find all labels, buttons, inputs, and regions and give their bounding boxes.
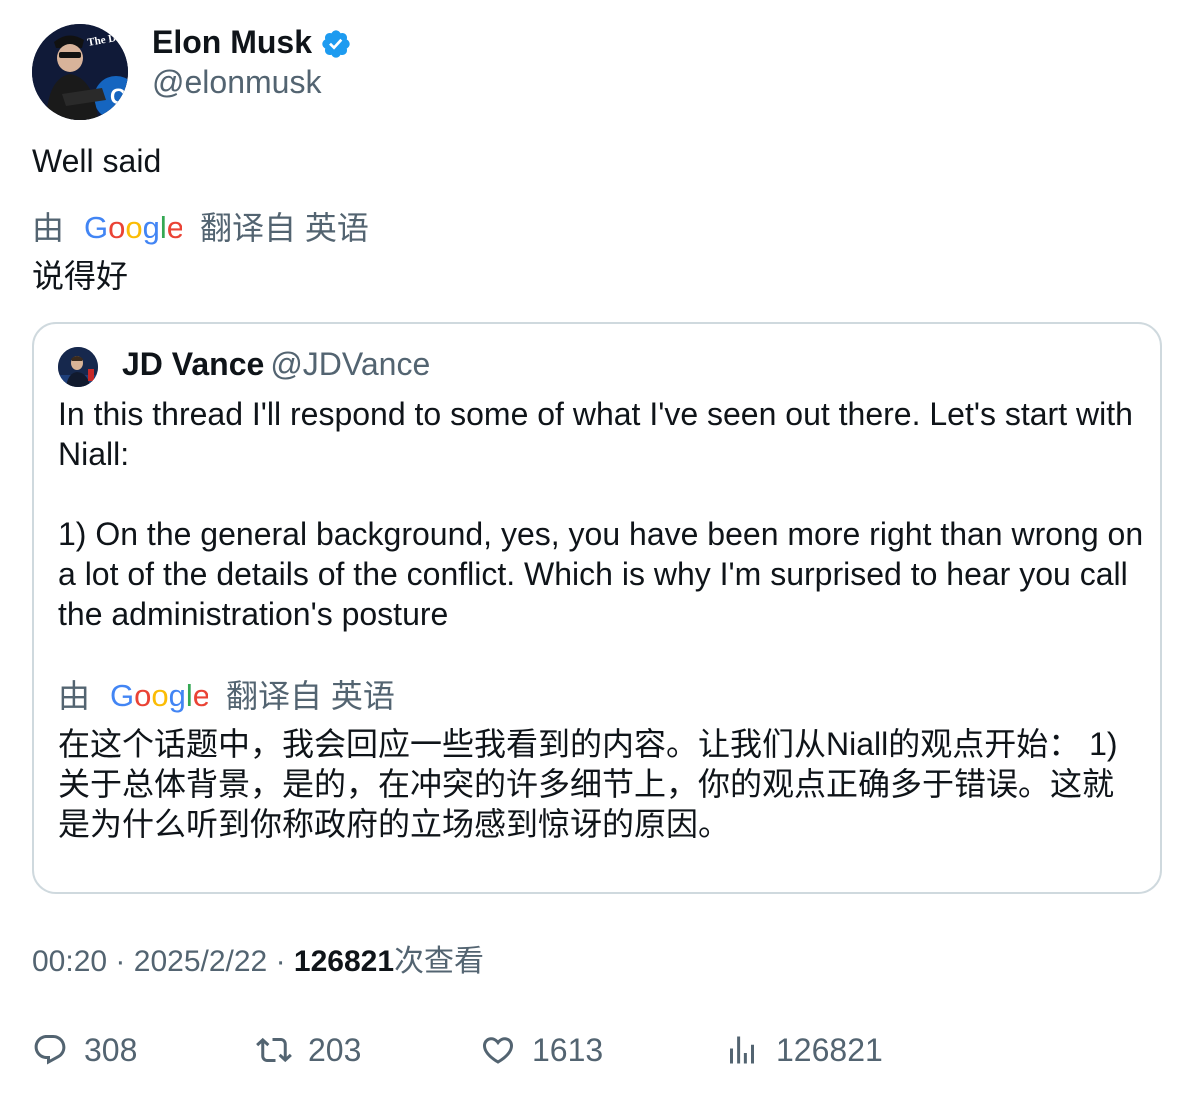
tweet-meta: 00:20 · 2025/2/22 · 126821次查看 (32, 942, 484, 982)
analytics-icon (730, 1036, 754, 1064)
reply-button[interactable]: 308 (32, 1030, 137, 1070)
tweet-time[interactable]: 00:20 (32, 945, 107, 978)
retweet-icon (256, 1037, 292, 1063)
quote-author-line: JD Vance @JDVance (122, 344, 430, 384)
like-button[interactable]: 1613 (480, 1030, 603, 1070)
reply-count: 308 (84, 1031, 138, 1068)
avatar-image: C The Dogefather (32, 24, 128, 120)
quote-translation-suffix: 翻译自 英语 (226, 678, 395, 714)
retweet-button[interactable]: 203 (256, 1030, 361, 1070)
views-count: 126821 (293, 945, 395, 978)
like-icon (482, 1037, 514, 1064)
google-logo-text: Google (84, 211, 182, 245)
google-logo-icon[interactable]: Google (110, 679, 208, 713)
tweet-text: Well said (32, 143, 162, 179)
quote-translation-attribution: 由 Google 翻译自 英语 (58, 676, 395, 716)
translated-text: 说得好 (32, 258, 129, 294)
author-avatar[interactable]: C The Dogefather (32, 24, 128, 120)
quote-author-name[interactable]: JD Vance (122, 346, 264, 382)
views-label: 次查看 (394, 945, 485, 978)
meta-separator: · (275, 945, 286, 978)
avatar-letter: C (110, 84, 126, 109)
author-handle[interactable]: @elonmusk (152, 62, 321, 102)
meta-separator: · (115, 945, 126, 978)
views-button[interactable]: 126821 (724, 1030, 883, 1070)
like-count: 1613 (532, 1031, 604, 1068)
reply-icon (34, 1035, 66, 1065)
translation-prefix: 由 (32, 210, 65, 246)
views-action-count: 126821 (776, 1031, 883, 1068)
translation-suffix: 翻译自 英语 (200, 210, 369, 246)
quote-text: In this thread I'll respond to some of w… (58, 396, 1144, 632)
quote-avatar-image (58, 347, 98, 387)
quote-author-handle[interactable]: @JDVance (270, 346, 430, 382)
translation-attribution: 由 Google 翻译自 英语 (32, 208, 369, 248)
tweet-date[interactable]: 2025/2/22 (134, 945, 267, 978)
retweet-count: 203 (308, 1031, 362, 1068)
verified-badge-icon (322, 30, 350, 58)
quote-translated-text: 在这个话题中，我会回应一些我看到的内容。让我们从Niall的观点开始： 1) 关… (58, 726, 1118, 842)
quote-author-avatar[interactable] (58, 347, 98, 387)
google-logo-text: Google (110, 679, 208, 713)
quote-translation-prefix: 由 (58, 678, 91, 714)
author-name[interactable]: Elon Musk (152, 22, 312, 62)
google-logo-icon[interactable]: Google (84, 211, 182, 245)
